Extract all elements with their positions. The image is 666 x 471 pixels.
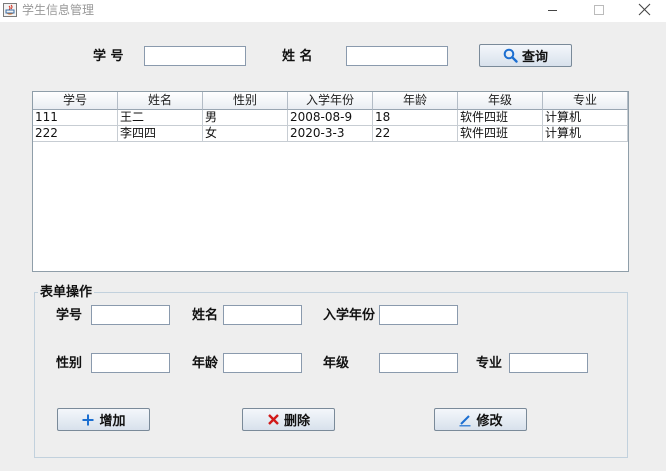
- table-cell[interactable]: 李四四: [118, 126, 203, 142]
- form-id-input[interactable]: [91, 305, 170, 325]
- edit-button[interactable]: 修改: [434, 408, 527, 431]
- table-cell[interactable]: 男: [203, 110, 288, 126]
- search-id-label: 学 号: [93, 49, 124, 64]
- column-header-grade[interactable]: 年级: [458, 92, 543, 110]
- window-title: 学生信息管理: [22, 3, 95, 17]
- table-row[interactable]: 111 王二 男 2008-08-9 18 软件四班 计算机: [33, 110, 628, 126]
- column-header-id[interactable]: 学号: [33, 92, 118, 110]
- table-cell[interactable]: 2008-08-9: [288, 110, 373, 126]
- add-button[interactable]: 增加: [57, 408, 150, 431]
- form-grade-input[interactable]: [379, 353, 458, 373]
- query-button[interactable]: 查询: [479, 44, 572, 67]
- form-year-input[interactable]: [379, 305, 458, 325]
- table-cell[interactable]: 软件四班: [458, 126, 543, 142]
- student-table[interactable]: 学号 姓名 性别 入学年份 年龄 年级 专业 111 王二 男 2008-08-…: [32, 91, 629, 272]
- pencil-icon: [459, 414, 471, 426]
- form-name-input[interactable]: [223, 305, 302, 325]
- search-name-label: 姓 名: [282, 49, 313, 64]
- table-cell[interactable]: 22: [373, 126, 458, 142]
- plus-icon: [82, 414, 94, 425]
- search-name-input[interactable]: [346, 46, 448, 66]
- form-id-label: 学号: [56, 308, 83, 323]
- delete-button[interactable]: 删除: [242, 408, 335, 431]
- table-cell[interactable]: 222: [33, 126, 118, 142]
- minimize-icon: [548, 10, 557, 11]
- maximize-button[interactable]: [578, 0, 618, 22]
- form-age-label: 年龄: [192, 356, 219, 371]
- form-grade-label: 年级: [323, 356, 350, 371]
- form-gender-label: 性别: [56, 356, 83, 371]
- table-row[interactable]: 222 李四四 女 2020-3-3 22 软件四班 计算机: [33, 126, 628, 142]
- form-name-label: 姓名: [192, 308, 219, 323]
- table-cell[interactable]: 18: [373, 110, 458, 126]
- close-button[interactable]: [624, 0, 664, 22]
- table-cell[interactable]: 计算机: [543, 126, 628, 142]
- minimize-button[interactable]: [532, 0, 572, 22]
- table-cell[interactable]: 王二: [118, 110, 203, 126]
- close-icon: [638, 3, 651, 16]
- form-age-input[interactable]: [223, 353, 302, 373]
- search-id-input[interactable]: [144, 46, 246, 66]
- java-app-icon: [3, 3, 17, 17]
- add-button-label: 增加: [99, 414, 126, 429]
- table-cell[interactable]: 女: [203, 126, 288, 142]
- close-icon: [268, 414, 279, 425]
- form-gender-input[interactable]: [91, 353, 170, 373]
- edit-button-label: 修改: [476, 414, 503, 429]
- column-header-major[interactable]: 专业: [543, 92, 628, 110]
- form-major-input[interactable]: [509, 353, 588, 373]
- main-content: 学 号 姓 名 查询 学号 姓名 性别 入学年份 年龄 年级 专业 111 王二…: [0, 22, 666, 471]
- table-header: 学号 姓名 性别 入学年份 年龄 年级 专业: [33, 92, 628, 110]
- column-header-name[interactable]: 姓名: [118, 92, 203, 110]
- title-bar: 学生信息管理: [0, 0, 666, 22]
- form-major-label: 专业: [476, 356, 503, 371]
- delete-button-label: 删除: [283, 414, 310, 429]
- form-panel-title: 表单操作: [38, 285, 95, 301]
- table-cell[interactable]: 计算机: [543, 110, 628, 126]
- column-header-gender[interactable]: 性别: [203, 92, 288, 110]
- search-icon: [503, 48, 518, 63]
- form-year-label: 入学年份: [323, 308, 376, 323]
- table-cell[interactable]: 2020-3-3: [288, 126, 373, 142]
- column-header-year[interactable]: 入学年份: [288, 92, 373, 110]
- table-cell[interactable]: 111: [33, 110, 118, 126]
- maximize-icon: [594, 5, 604, 15]
- column-header-age[interactable]: 年龄: [373, 92, 458, 110]
- table-cell[interactable]: 软件四班: [458, 110, 543, 126]
- query-button-label: 查询: [521, 50, 548, 65]
